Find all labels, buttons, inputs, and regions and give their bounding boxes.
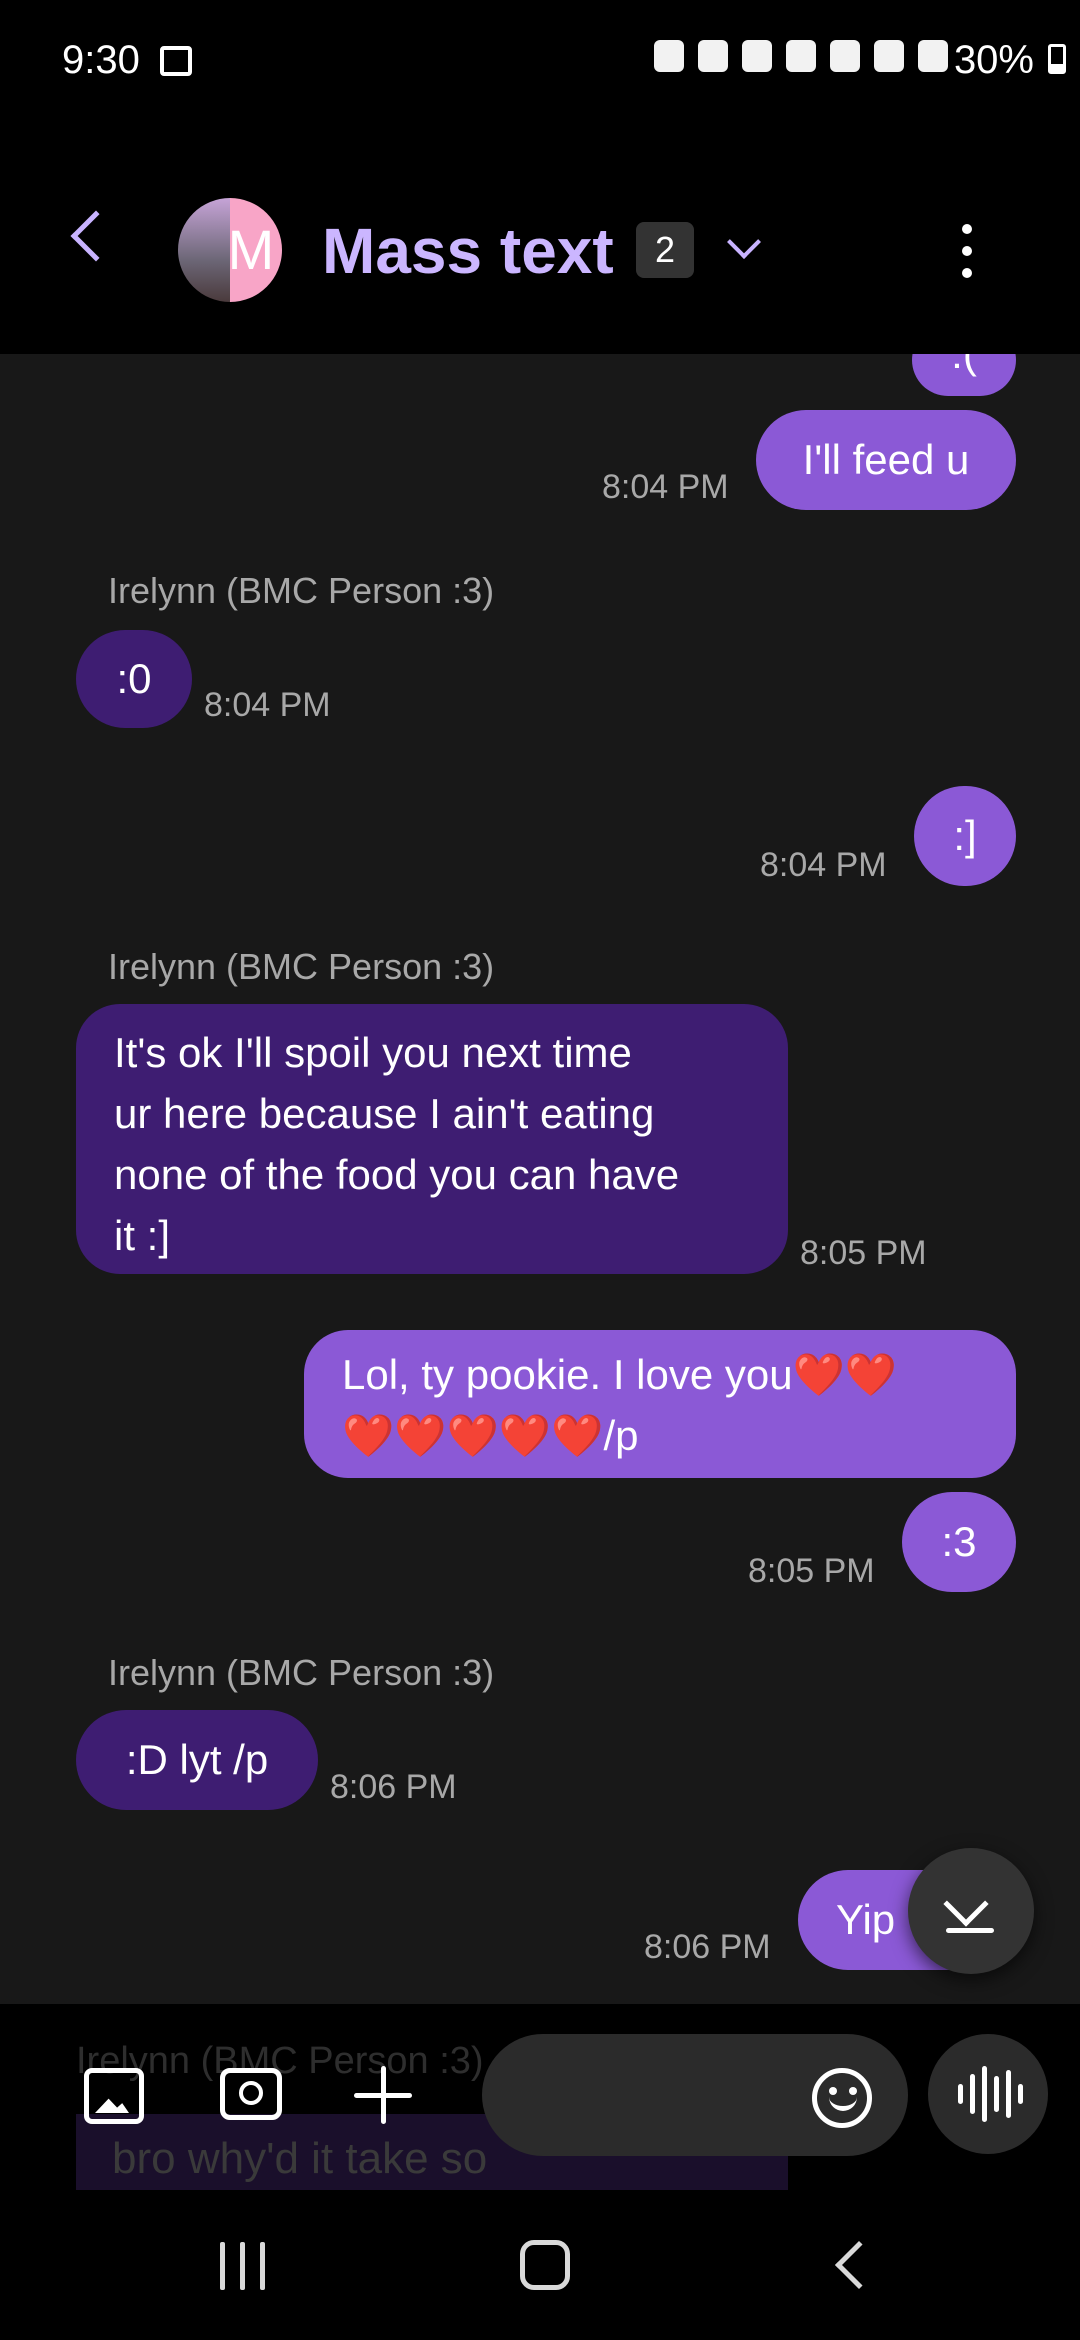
voice-waveform-icon[interactable] bbox=[928, 2034, 1048, 2154]
group-avatar[interactable]: M bbox=[178, 198, 282, 302]
status-bar: 9:30 30% bbox=[0, 0, 1080, 120]
message-line: none of the food you can have bbox=[114, 1151, 680, 1198]
message-bubble-outgoing[interactable]: :( bbox=[912, 354, 1016, 396]
message-composer: Irelynn (BMC Person :3) bro why'd it tak… bbox=[0, 2004, 1080, 2190]
bluetooth-icon bbox=[786, 40, 816, 72]
message-timestamp: 8:05 PM bbox=[800, 1234, 927, 1272]
emoji-icon[interactable] bbox=[812, 2068, 872, 2128]
scroll-bar-line bbox=[946, 1928, 994, 1933]
message-bubble-outgoing[interactable]: Lol, ty pookie. I love you❤️❤️ ❤️❤️❤️❤️❤… bbox=[304, 1330, 1016, 1478]
signal-icon bbox=[918, 40, 948, 72]
message-bubble-outgoing[interactable]: :] bbox=[914, 786, 1016, 886]
image-notification-icon bbox=[160, 46, 192, 76]
message-timestamp: 8:04 PM bbox=[760, 846, 887, 884]
more-options-icon[interactable] bbox=[962, 224, 974, 280]
message-line: ❤️❤️❤️❤️❤️/p bbox=[342, 1412, 639, 1459]
sim-icon bbox=[654, 40, 684, 72]
conversation-title[interactable]: Mass text bbox=[322, 214, 614, 288]
avatar-initial: M bbox=[228, 198, 282, 302]
home-icon[interactable] bbox=[520, 2240, 570, 2290]
status-time: 9:30 bbox=[62, 38, 140, 82]
message-timestamp: 8:04 PM bbox=[204, 686, 331, 724]
battery-percent: 30% bbox=[953, 38, 1034, 82]
mute-icon bbox=[830, 40, 860, 72]
message-timestamp: 8:06 PM bbox=[644, 1928, 771, 1966]
scroll-to-bottom-icon bbox=[943, 1881, 989, 1927]
nfc-icon bbox=[698, 40, 728, 72]
avatar-photo bbox=[178, 198, 230, 302]
nav-back-icon[interactable] bbox=[834, 2240, 884, 2290]
message-timestamp: 8:06 PM bbox=[330, 1768, 457, 1806]
alarm-icon bbox=[742, 40, 772, 72]
message-line: ur here because I ain't eating bbox=[114, 1090, 655, 1137]
participant-count-badge: 2 bbox=[636, 222, 694, 278]
sender-name: Irelynn (BMC Person :3) bbox=[108, 1652, 495, 1693]
wifi-icon bbox=[874, 40, 904, 72]
camera-icon[interactable] bbox=[220, 2068, 282, 2120]
recent-apps-icon[interactable] bbox=[220, 2242, 270, 2290]
message-line: Lol, ty pookie. I love you❤️❤️ bbox=[342, 1351, 898, 1398]
gallery-icon[interactable] bbox=[84, 2068, 144, 2124]
message-line: it :] bbox=[114, 1212, 171, 1259]
message-bubble-outgoing[interactable]: :3 bbox=[902, 1492, 1016, 1592]
battery-icon bbox=[1048, 44, 1066, 74]
status-icons bbox=[654, 40, 948, 72]
message-bubble-incoming[interactable]: It's ok I'll spoil you next time ur here… bbox=[76, 1004, 788, 1274]
message-input[interactable] bbox=[522, 2062, 826, 2130]
message-bubble-outgoing[interactable]: I'll feed u bbox=[756, 410, 1016, 510]
message-bubble-incoming[interactable]: :D lyt /p bbox=[76, 1710, 318, 1810]
sender-name: Irelynn (BMC Person :3) bbox=[108, 946, 495, 987]
message-line: It's ok I'll spoil you next time bbox=[114, 1029, 632, 1076]
message-list[interactable]: :( I'll feed u 8:04 PM Irelynn (BMC Pers… bbox=[0, 354, 1080, 2004]
message-timestamp: 8:05 PM bbox=[748, 1552, 875, 1590]
scroll-to-bottom-button[interactable] bbox=[908, 1848, 1034, 1974]
message-bubble-incoming[interactable]: :0 bbox=[76, 630, 192, 728]
message-timestamp: 8:04 PM bbox=[602, 468, 729, 506]
sender-name: Irelynn (BMC Person :3) bbox=[108, 570, 495, 611]
plus-icon[interactable] bbox=[354, 2066, 412, 2124]
system-nav-bar bbox=[0, 2190, 1080, 2340]
